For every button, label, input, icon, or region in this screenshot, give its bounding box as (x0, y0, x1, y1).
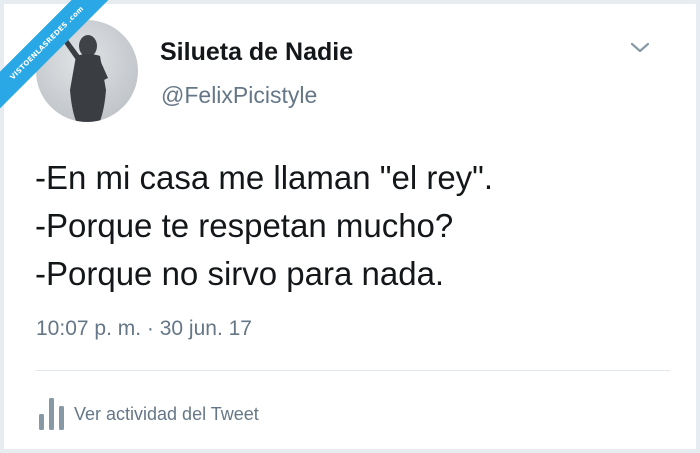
display-name[interactable]: Silueta de Nadie (160, 38, 353, 67)
watermark-text: VISTOENLASREDES .com (0, 0, 110, 110)
divider (36, 370, 670, 371)
tweet-activity-button[interactable]: Ver actividad del Tweet (38, 396, 259, 432)
chevron-down-icon[interactable] (628, 38, 652, 58)
activity-label: Ver actividad del Tweet (74, 403, 259, 424)
user-handle[interactable]: @FelixPicistyle (161, 82, 317, 109)
bar-chart-icon (39, 398, 64, 430)
tweet-line: -Porque no sirvo para nada. (35, 255, 445, 292)
tweet-text: -En mi casa me llaman "el rey". -Porque … (35, 154, 493, 298)
tweet-line: -En mi casa me llaman "el rey". (35, 159, 494, 196)
watermark-ribbon: VISTOENLASREDES .com (0, 0, 110, 110)
tweet-timestamp[interactable]: 10:07 p. m. · 30 jun. 17 (36, 317, 252, 341)
tweet-line: -Porque te respetan mucho? (35, 207, 454, 244)
